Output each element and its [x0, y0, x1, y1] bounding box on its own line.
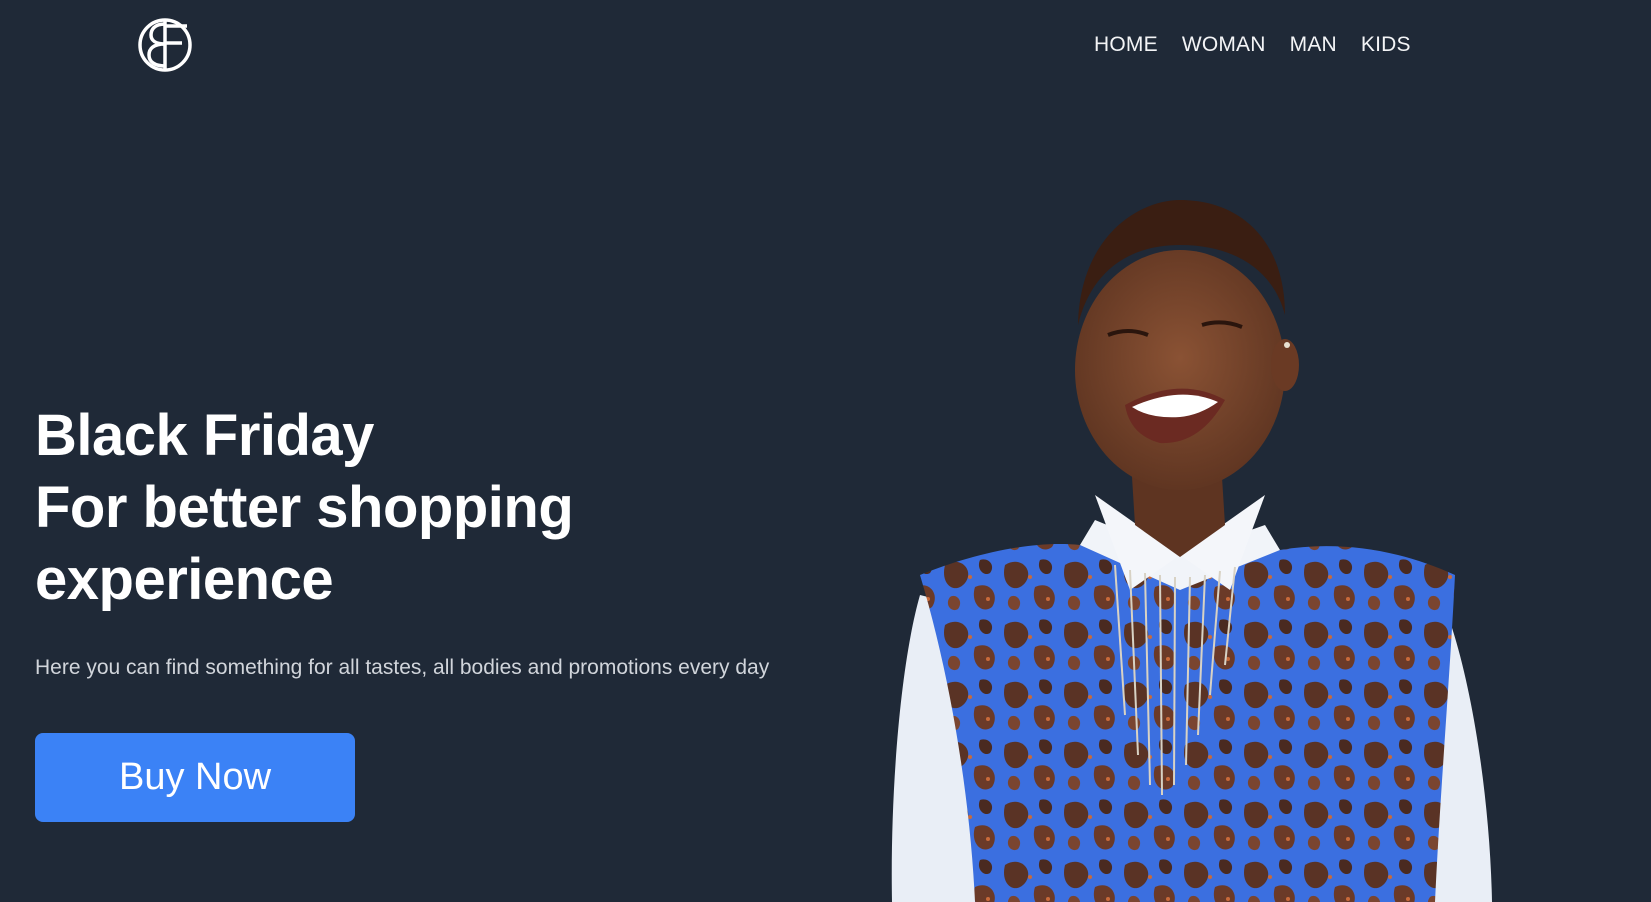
- landing-page: HOME WOMAN MAN KIDS Black Friday For bet…: [0, 0, 1651, 902]
- hero-section: Black Friday For better shopping experie…: [35, 400, 815, 682]
- site-header: HOME WOMAN MAN KIDS: [0, 0, 1651, 90]
- main-nav: HOME WOMAN MAN KIDS: [1094, 30, 1411, 60]
- headline-line-3: experience: [35, 547, 334, 612]
- nav-woman[interactable]: WOMAN: [1182, 33, 1266, 57]
- headline-line-2: For better shopping: [35, 475, 574, 540]
- brand-logo[interactable]: [136, 16, 194, 74]
- hero-subtext: Here you can find something for all tast…: [35, 656, 770, 679]
- model-photo: [891, 200, 1492, 902]
- bf-logo-icon: [138, 18, 192, 72]
- hero-headline: Black Friday For better shopping experie…: [35, 400, 815, 616]
- nav-man[interactable]: MAN: [1290, 33, 1337, 57]
- headline-line-1: Black Friday: [35, 403, 374, 468]
- buy-now-button[interactable]: Buy Now: [35, 733, 355, 822]
- nav-kids[interactable]: KIDS: [1361, 33, 1411, 57]
- nav-home[interactable]: HOME: [1094, 33, 1158, 57]
